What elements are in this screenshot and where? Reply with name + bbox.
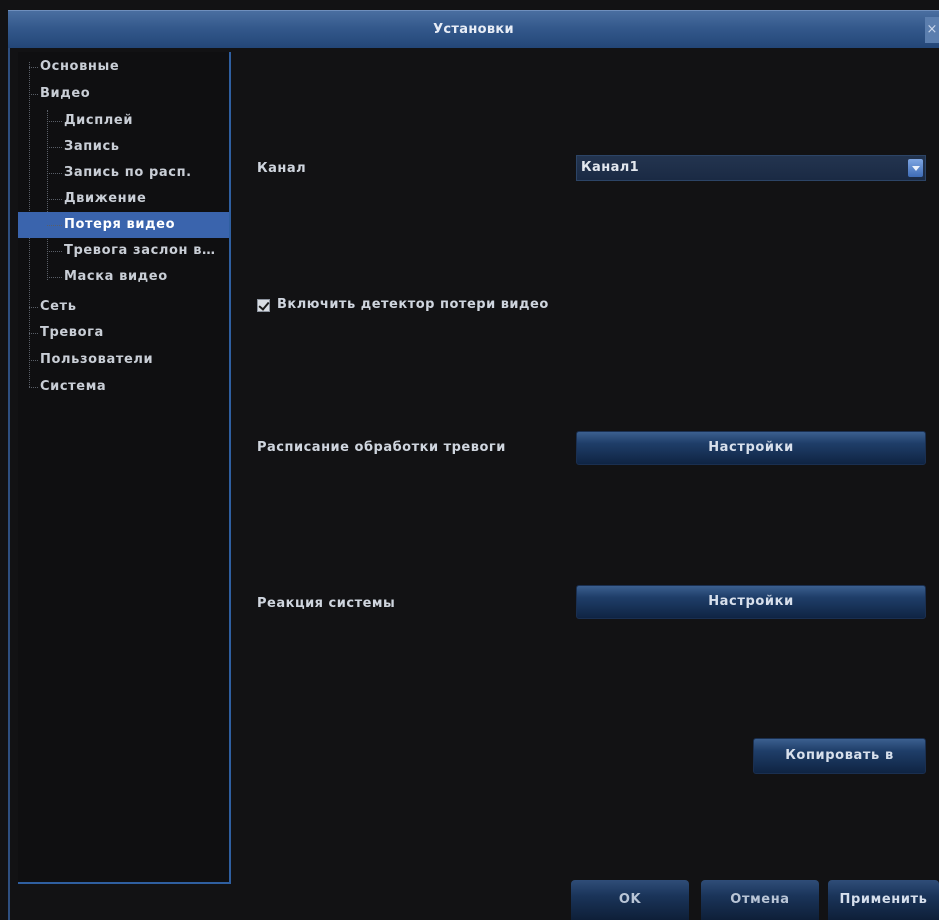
tree-item-label: Маска видео bbox=[64, 269, 168, 284]
tree-item-label: Движение bbox=[64, 191, 147, 206]
tree-item-label: Система bbox=[40, 379, 107, 394]
tree-item-label: Основные bbox=[40, 59, 120, 74]
channel-label: Канал bbox=[257, 161, 307, 176]
system-reaction-settings-button[interactable]: Настройки bbox=[576, 585, 926, 619]
title-bar[interactable]: Установки × bbox=[8, 10, 939, 48]
system-reaction-label: Реакция системы bbox=[257, 596, 396, 611]
tree-item-basic[interactable]: Основные bbox=[18, 54, 229, 80]
copy-to-button[interactable]: Копировать в bbox=[753, 738, 926, 774]
settings-tree: Основные Видео Дисплей Запись Запись по … bbox=[18, 52, 231, 884]
tree-item-users[interactable]: Пользователи bbox=[18, 347, 229, 373]
window-frame bbox=[8, 48, 10, 920]
tree-item-network[interactable]: Сеть bbox=[18, 294, 229, 320]
tree-item-video-mask[interactable]: Маска видео bbox=[18, 264, 229, 290]
channel-select-value: Канал1 bbox=[581, 160, 640, 175]
tree-item-system[interactable]: Система bbox=[18, 374, 229, 400]
chevron-down-icon[interactable] bbox=[908, 159, 923, 177]
window-title: Установки bbox=[433, 22, 514, 37]
tree-item-scheduled-record[interactable]: Запись по расп. bbox=[18, 160, 229, 186]
tree-item-display[interactable]: Дисплей bbox=[18, 108, 229, 134]
tree-item-label: Пользователи bbox=[40, 352, 154, 367]
enable-detector-checkbox[interactable] bbox=[257, 299, 270, 312]
tree-item-tamper-alarm[interactable]: Тревога заслон в… bbox=[18, 238, 229, 264]
tree-item-label: Тревога заслон в… bbox=[64, 243, 216, 258]
channel-select[interactable]: Канал1 bbox=[576, 155, 926, 181]
settings-window: Установки × Основные Видео Дисплей Запис… bbox=[0, 0, 939, 920]
tree-item-record[interactable]: Запись bbox=[18, 134, 229, 160]
alarm-schedule-settings-button[interactable]: Настройки bbox=[576, 431, 926, 465]
tree-item-motion[interactable]: Движение bbox=[18, 186, 229, 212]
tree-item-label: Дисплей bbox=[64, 113, 134, 128]
tree-item-video-loss[interactable]: Потеря видео bbox=[18, 212, 229, 238]
ok-button[interactable]: OK bbox=[571, 880, 689, 920]
alarm-schedule-label: Расписание обработки тревоги bbox=[257, 440, 506, 455]
tree-item-label: Потеря видео bbox=[64, 217, 176, 232]
tree-item-label: Видео bbox=[40, 86, 91, 101]
tree-item-video[interactable]: Видео bbox=[18, 81, 229, 107]
enable-detector-label: Включить детектор потери видео bbox=[277, 297, 549, 312]
tree-item-label: Тревога bbox=[40, 325, 104, 340]
settings-content: Канал Канал1 Включить детектор потери ви… bbox=[231, 48, 939, 920]
tree-item-alarm[interactable]: Тревога bbox=[18, 320, 229, 346]
tree-item-label: Сеть bbox=[40, 299, 77, 314]
apply-button[interactable]: Применить bbox=[828, 880, 939, 920]
tree-item-label: Запись по расп. bbox=[64, 165, 192, 180]
close-icon[interactable]: × bbox=[925, 17, 939, 43]
cancel-button[interactable]: Отмена bbox=[701, 880, 819, 920]
tree-item-label: Запись bbox=[64, 139, 120, 154]
